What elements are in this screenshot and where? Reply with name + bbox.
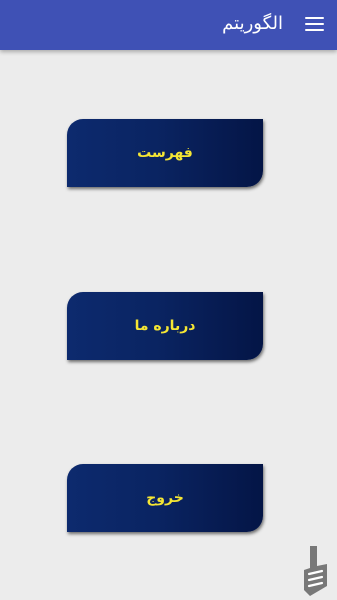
menu-bar-top xyxy=(305,17,324,19)
menu-bar-bottom xyxy=(305,29,324,31)
list-button[interactable]: فهرست xyxy=(67,119,263,187)
about-us-button-label: درباره ما xyxy=(134,318,196,334)
app-title: الگوریتم xyxy=(222,13,283,34)
exit-button-label: خروج xyxy=(146,490,184,506)
main-content: فهرست درباره ما خروج xyxy=(0,50,337,600)
list-button-label: فهرست xyxy=(137,145,193,161)
menu-icon[interactable] xyxy=(303,12,327,36)
app-bar: الگوریتم xyxy=(0,0,337,50)
bazaar-logo-icon xyxy=(304,546,327,596)
menu-bar-middle xyxy=(305,23,324,25)
exit-button[interactable]: خروج xyxy=(67,464,263,532)
about-us-button[interactable]: درباره ما xyxy=(67,292,263,360)
